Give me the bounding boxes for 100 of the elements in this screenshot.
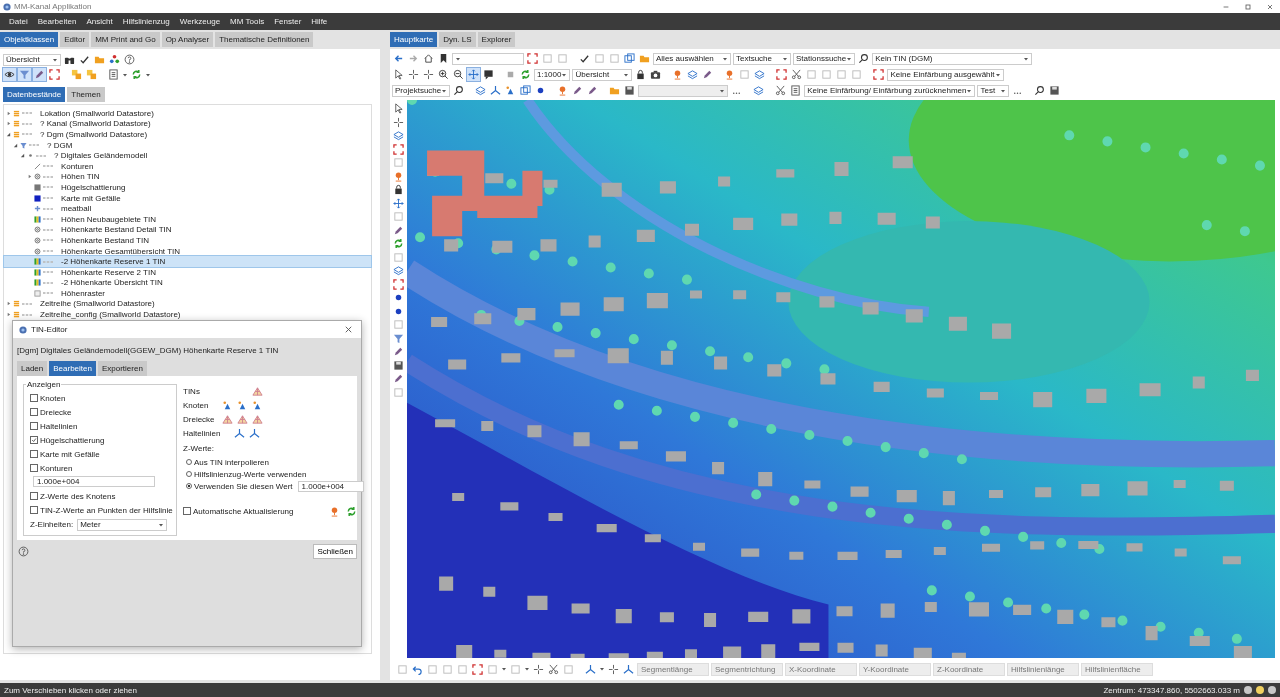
scissors-icon[interactable] [547,662,560,676]
crosshair-icon[interactable] [607,662,620,676]
zoom-out-icon[interactable] [452,68,465,81]
expander-icon[interactable] [6,301,11,307]
radio-button[interactable] [186,459,192,465]
radio-button[interactable] [186,483,192,489]
scissors-icon[interactable] [790,68,804,81]
tab[interactable]: Bearbeiten [49,361,96,376]
tree-item[interactable]: Höhenraster [4,288,371,299]
crosshair-icon[interactable] [407,68,420,81]
tab[interactable]: Editor [60,32,90,47]
line-tool-icon[interactable] [622,662,635,676]
pencil-icon[interactable] [33,68,46,81]
input-field[interactable]: 1.000e+004 [297,480,364,492]
tree-item[interactable]: Höhenkarte Bestand Detail TIN [4,224,371,236]
tab[interactable]: Dyn. LS [439,32,476,47]
dropdown[interactable]: Textsuche [733,52,791,65]
dropdown[interactable]: Keine Einfärbung ausgewählt [887,68,1004,81]
mesh-icon[interactable] [221,412,234,426]
input-field[interactable]: 1.000e+004 [33,476,155,487]
tree-item[interactable]: Höhenkarte Gesamtübersicht TIN [4,245,371,257]
tab[interactable]: Objektklassen [0,32,59,47]
mesh-icon[interactable] [236,412,249,426]
cursor-icon[interactable] [392,102,405,115]
search-icon[interactable] [452,84,466,97]
tree-item[interactable]: ? Digitales Geländemodell [4,150,371,161]
tree-item[interactable]: ? Kanal (Smallworld Datastore) [4,118,371,130]
lock-icon[interactable] [392,183,405,196]
dropdown[interactable]: 1:1000 [534,68,571,81]
eye-icon[interactable] [3,68,16,81]
tab[interactable]: Themen [67,87,105,102]
refresh-icon[interactable] [130,68,143,81]
menu-item[interactable]: Datei [4,17,33,26]
frame-icon[interactable] [48,68,61,81]
tree-item[interactable]: ? Dgm (Smallworld Datastore) [4,129,371,140]
frame-icon[interactable] [526,52,539,65]
expander-icon[interactable] [6,110,11,116]
tree-item[interactable]: Höhenkarte Reserve 2 TIN [4,266,371,278]
line-tool-icon[interactable] [489,84,503,97]
people-icon[interactable] [108,53,121,66]
tree-item[interactable]: ? DGM [4,139,371,151]
dropdown[interactable]: Alles auswählen [653,52,731,65]
dropdown[interactable]: Keine Einfärbung/ Einfärbung zurücknehmen [804,84,976,97]
tree-item[interactable]: Hügelschattierung [4,182,371,193]
help-icon[interactable] [123,53,136,66]
expander-icon[interactable] [13,142,18,148]
expander-icon[interactable] [6,132,11,137]
tree-item[interactable]: -2 Höhenkarte Reserve 1 TIN [4,256,371,267]
radio-button[interactable] [186,471,192,477]
maximize-icon[interactable] [1244,2,1252,11]
frame-icon[interactable] [471,662,484,676]
checkbox[interactable] [30,506,38,514]
checkbox[interactable] [30,450,38,458]
crosshair-icon[interactable] [422,68,435,81]
help-icon[interactable] [17,545,30,558]
dropdown[interactable]: Übersicht [572,68,633,81]
dropdown[interactable]: Kein TIN (DGM) [872,52,1033,65]
zoom-in-icon[interactable] [437,68,450,81]
pencil-icon[interactable] [392,345,405,358]
mesh-icon[interactable] [251,384,264,398]
search-icon[interactable] [1033,84,1047,97]
checkbox[interactable] [183,507,191,515]
frame-icon[interactable] [392,277,405,291]
layers-icon[interactable] [392,264,405,277]
move-icon[interactable] [392,196,405,210]
cursor-icon[interactable] [392,68,405,81]
tree-item[interactable]: Höhen Neubaugebiete TIN [4,213,371,225]
mesh-icon[interactable] [251,412,264,426]
expander-icon[interactable] [6,121,11,127]
layers-icon[interactable] [752,84,766,97]
layers-icon[interactable] [753,68,767,81]
note-icon[interactable] [482,68,495,81]
tree-item[interactable]: Konturen [4,160,371,172]
checkbox[interactable] [30,464,38,472]
crosshair-icon[interactable] [392,115,405,129]
checkbox[interactable] [30,422,38,430]
tab[interactable]: Exportieren [97,361,147,376]
dropdown[interactable]: Meter [77,518,168,531]
document-icon[interactable] [789,84,803,97]
refresh-icon[interactable] [392,237,405,250]
tree-item[interactable]: Karte mit Gefälle [4,192,371,204]
dropdown[interactable]: Übersicht [3,53,61,66]
checkbox[interactable] [30,394,38,402]
tab[interactable]: Op Analyser [161,32,214,47]
checkbox[interactable] [30,436,38,444]
camera-icon[interactable] [649,68,663,81]
home-icon[interactable] [422,52,435,65]
window-icon[interactable] [519,84,533,97]
tab[interactable]: Laden [17,361,48,376]
tab[interactable]: Explorer [477,32,516,47]
checkbox[interactable] [30,492,38,500]
move-icon[interactable] [467,68,480,81]
tab[interactable]: Hauptkarte [390,32,438,47]
menu-item[interactable]: Bearbeiten [32,17,82,26]
dropdown[interactable]: Projektsuche [392,84,451,97]
frame-icon[interactable] [775,68,789,81]
tree-item[interactable]: Zeitreihe (Smallworld Datastore) [4,298,371,310]
tree-item[interactable]: Höhen TIN [4,171,371,183]
tree-item[interactable]: Zeitreihe_config (Smallworld Datastore) [4,309,371,320]
layers-icon[interactable] [392,129,405,142]
